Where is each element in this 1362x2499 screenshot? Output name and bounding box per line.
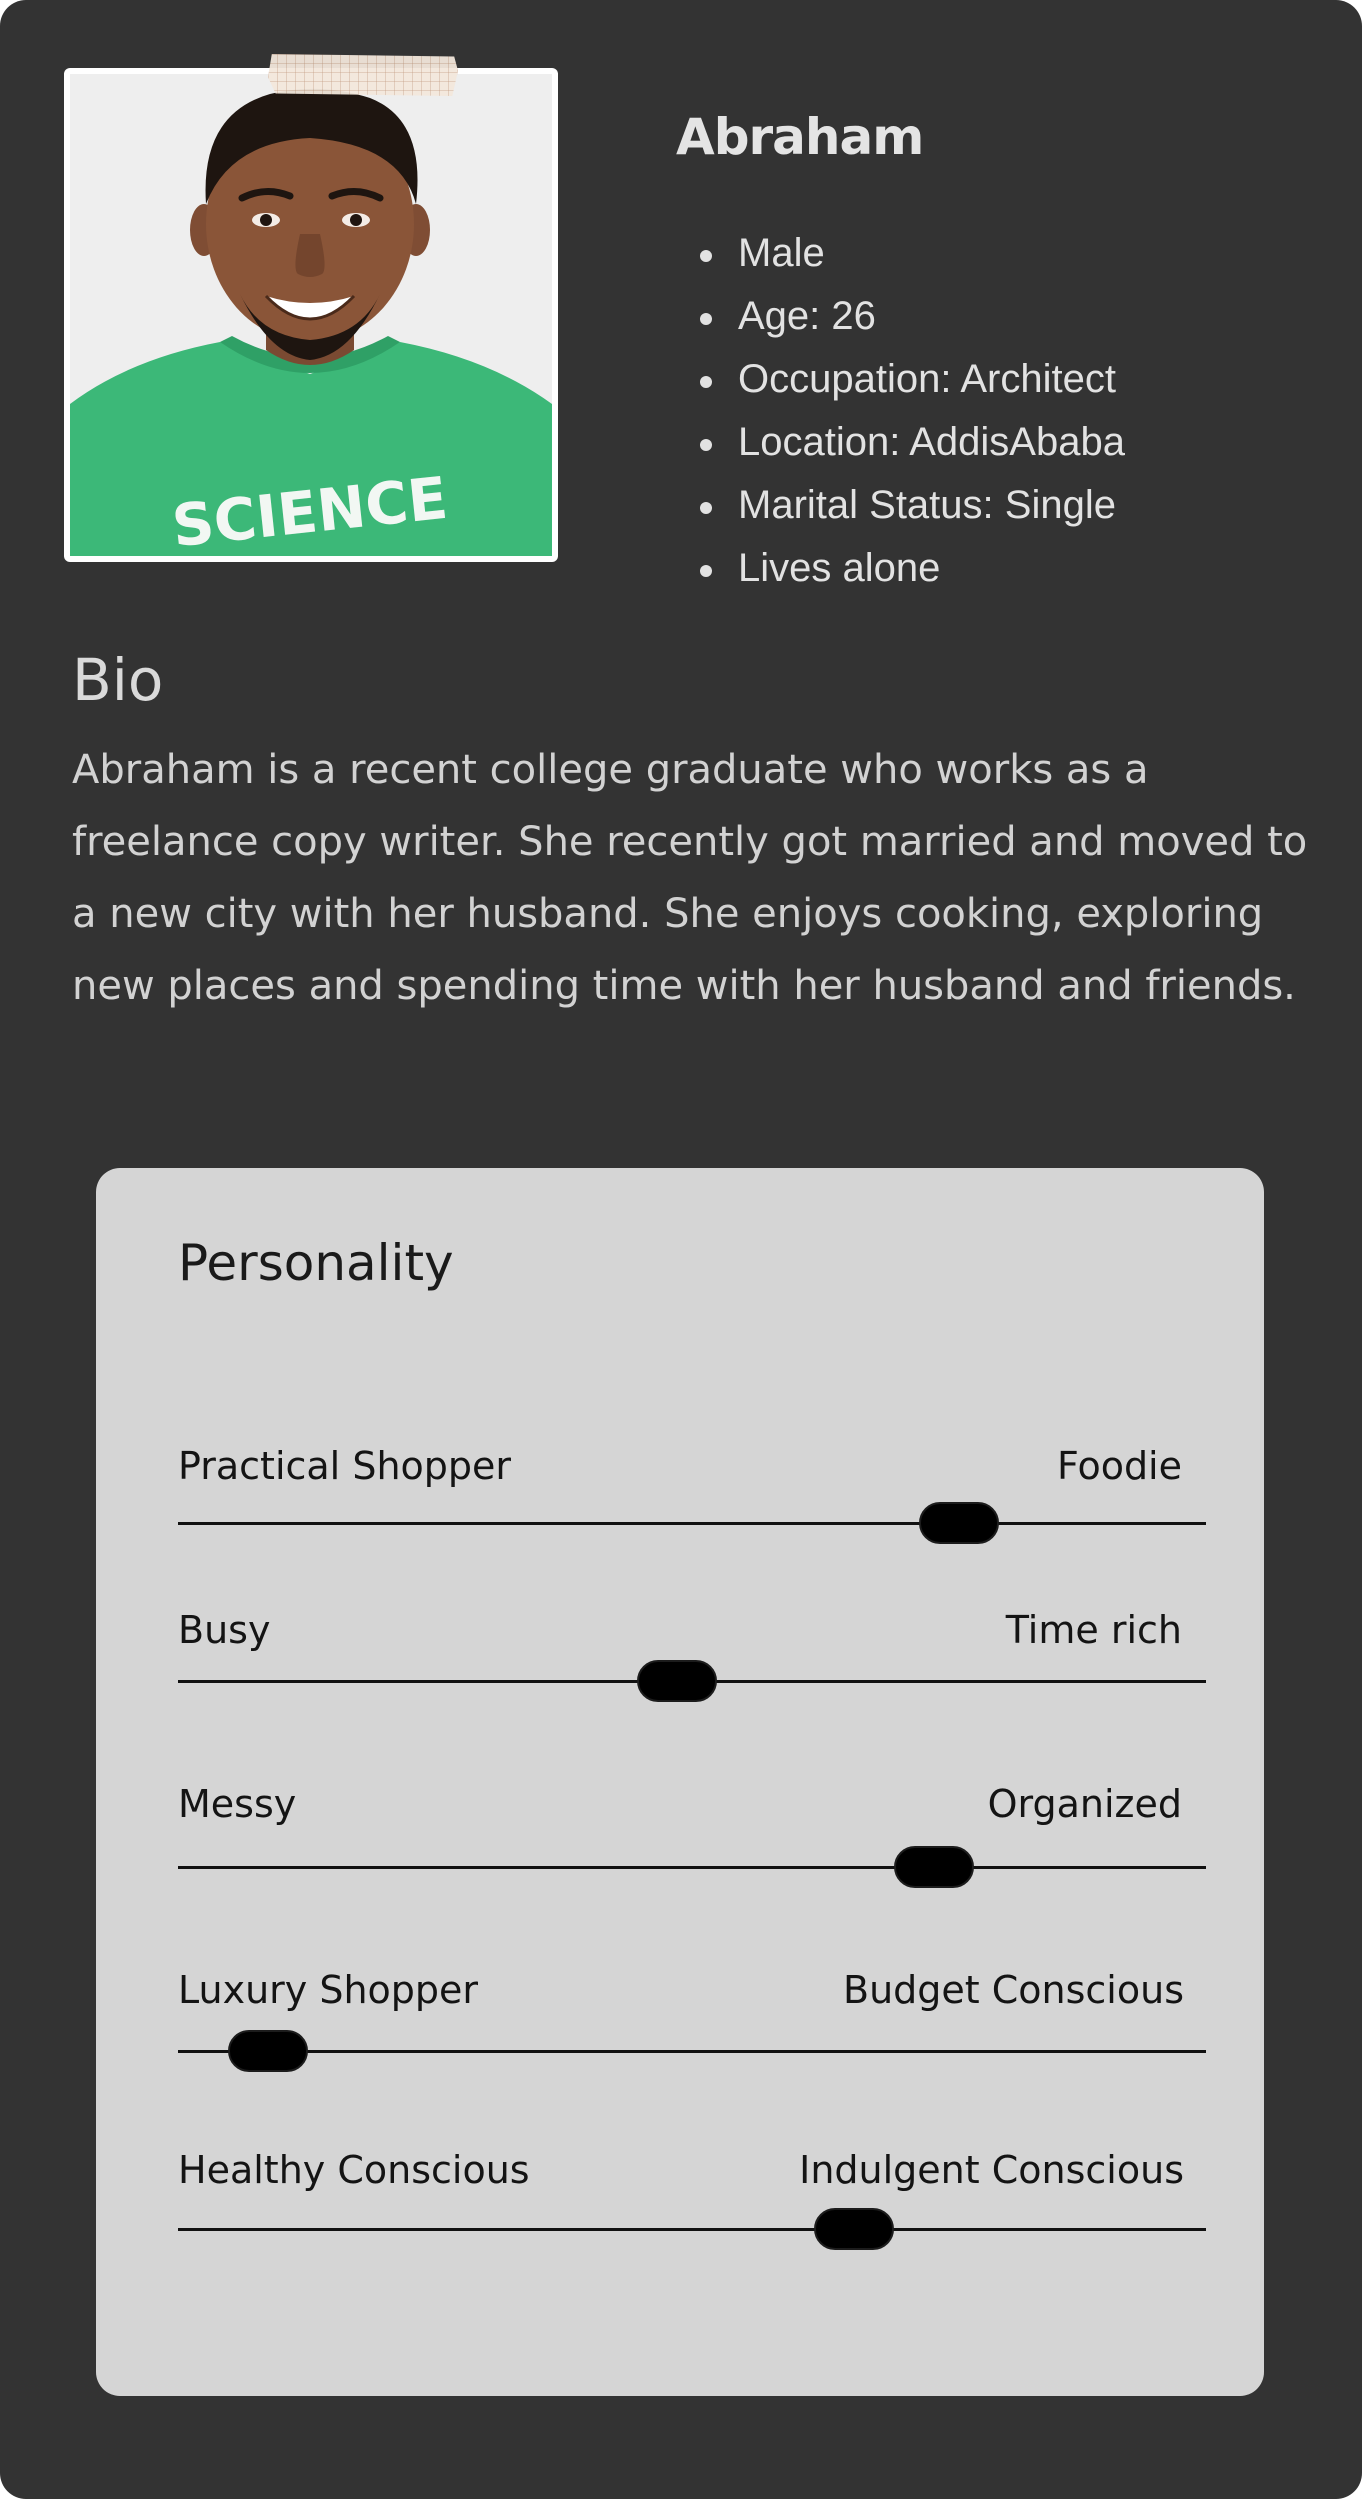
slider-thumb[interactable]	[919, 1502, 1000, 1544]
bullet-icon	[700, 250, 712, 262]
trait-slider-practical-foodie: Practical Shopper Foodie	[178, 1444, 1206, 1564]
slider-thumb[interactable]	[636, 1660, 717, 1702]
trait-right-label: Budget Conscious	[843, 1968, 1184, 2012]
trait-right-label: Foodie	[1056, 1444, 1182, 1488]
tape-decoration	[268, 54, 458, 96]
bullet-icon	[700, 313, 712, 325]
slider-thumb[interactable]	[893, 1846, 974, 1888]
fact-text: Male	[738, 231, 825, 275]
fact-living-situation: Lives alone	[700, 537, 1125, 600]
fact-gender: Male	[700, 222, 1125, 285]
profile-photo: SCIENCE	[70, 74, 552, 556]
fact-text: Occupation: Architect	[738, 357, 1116, 401]
trait-slider-busy-time-rich: Busy Time rich	[178, 1608, 1206, 1728]
trait-left-label: Practical Shopper	[178, 1444, 512, 1488]
trait-left-label: Messy	[178, 1782, 297, 1826]
fact-age: Age: 26	[700, 285, 1125, 348]
slider-thumb[interactable]	[814, 2208, 895, 2250]
persona-facts-list: Male Age: 26 Occupation: Architect Locat…	[700, 222, 1125, 600]
fact-text: Marital Status: Single	[738, 483, 1116, 527]
bio-heading: Bio	[72, 646, 164, 714]
slider-track[interactable]	[178, 1522, 1206, 1525]
bullet-icon	[700, 439, 712, 451]
fact-text: Age: 26	[738, 294, 876, 338]
personality-heading: Personality	[178, 1234, 454, 1292]
fact-text: Location: AddisAbaba	[738, 420, 1125, 464]
fact-marital-status: Marital Status: Single	[700, 474, 1125, 537]
person-portrait-illustration: SCIENCE	[70, 74, 552, 556]
persona-name: Abraham	[676, 108, 924, 166]
fact-occupation: Occupation: Architect	[700, 348, 1125, 411]
slider-track[interactable]	[178, 1866, 1206, 1869]
slider-track[interactable]	[178, 2228, 1206, 2231]
trait-slider-healthy-indulgent: Healthy Conscious Indulgent Conscious	[178, 2148, 1206, 2268]
trait-slider-luxury-budget: Luxury Shopper Budget Conscious	[178, 1968, 1206, 2088]
trait-left-label: Luxury Shopper	[178, 1968, 479, 2012]
bullet-icon	[700, 502, 712, 514]
bio-text: Abraham is a recent college graduate who…	[72, 747, 1308, 1009]
personality-panel: Personality Practical Shopper Foodie Bus…	[96, 1168, 1264, 2396]
persona-card: SCIENCE Abraham Male Age: 26 Occupation:…	[0, 0, 1362, 2499]
fact-text: Lives alone	[738, 546, 941, 590]
trait-right-label: Time rich	[1005, 1608, 1182, 1652]
slider-track[interactable]	[178, 2050, 1206, 2053]
trait-left-label: Busy	[178, 1608, 271, 1652]
profile-photo-frame: SCIENCE	[64, 68, 558, 562]
slider-thumb[interactable]	[228, 2030, 309, 2072]
trait-right-label: Organized	[987, 1782, 1182, 1826]
trait-right-label: Indulgent Conscious	[799, 2148, 1184, 2192]
trait-slider-messy-organized: Messy Organized	[178, 1782, 1206, 1902]
bullet-icon	[700, 376, 712, 388]
fact-location: Location: AddisAbaba	[700, 411, 1125, 474]
trait-left-label: Healthy Conscious	[178, 2148, 530, 2192]
bullet-icon	[700, 565, 712, 577]
